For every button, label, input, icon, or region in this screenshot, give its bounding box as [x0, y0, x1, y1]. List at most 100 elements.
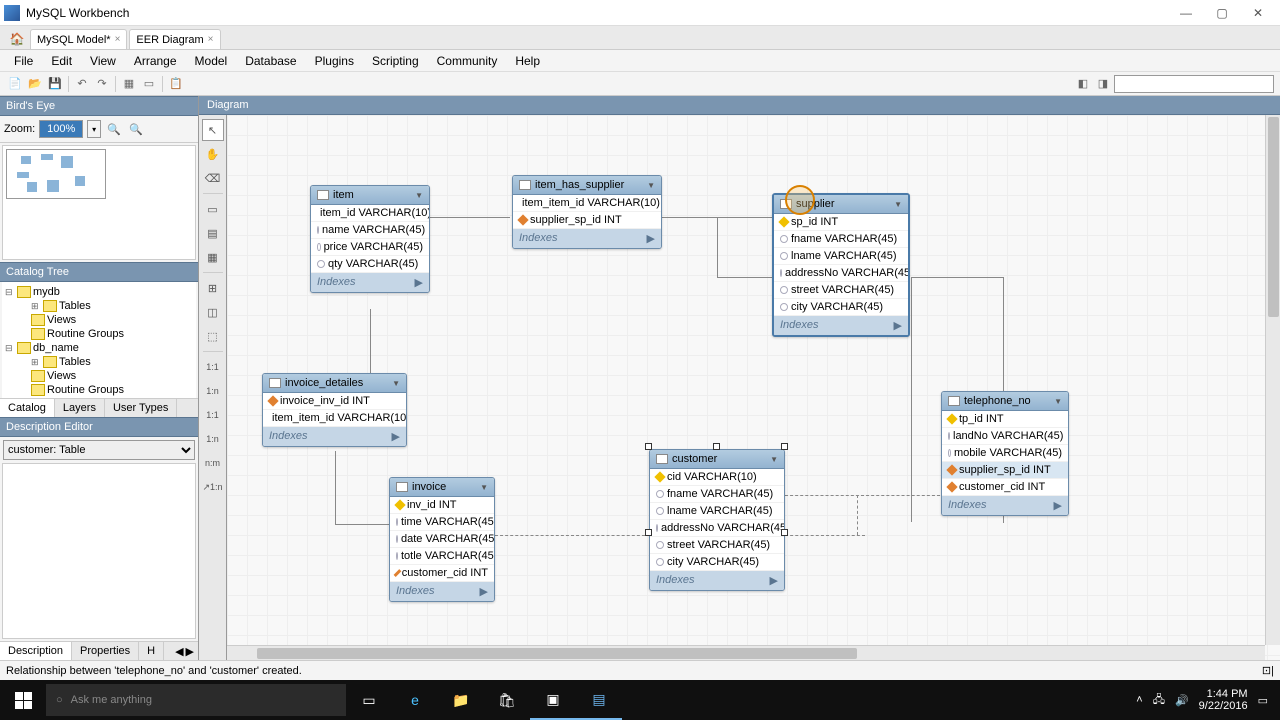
chevron-down-icon[interactable]: ▼: [770, 455, 778, 464]
tab-properties[interactable]: Properties: [72, 642, 139, 660]
entity-invoice-detailes[interactable]: invoice_detailes▼ invoice_inv_id INT ite…: [262, 373, 407, 447]
panel-left-button[interactable]: ◧: [1074, 75, 1092, 93]
entity-item[interactable]: item▼ item_id VARCHAR(10) name VARCHAR(4…: [310, 185, 430, 293]
description-textarea[interactable]: [2, 463, 196, 639]
word-app[interactable]: ▤: [576, 680, 622, 720]
tree-routines[interactable]: Routine Groups: [5, 383, 193, 397]
chevron-down-icon[interactable]: ▼: [415, 191, 423, 200]
volume-icon[interactable]: 🔊: [1175, 694, 1189, 707]
pointer-tool[interactable]: ↖: [202, 119, 224, 141]
menu-model[interactable]: Model: [187, 52, 236, 70]
panel-right-button[interactable]: ◨: [1094, 75, 1112, 93]
grid-button[interactable]: ▦: [120, 75, 138, 93]
tab-history[interactable]: H: [139, 642, 164, 660]
resize-handle[interactable]: [781, 529, 788, 536]
entity-telephone-no[interactable]: telephone_no▼ tp_id INT landNo VARCHAR(4…: [941, 391, 1069, 516]
menu-community[interactable]: Community: [429, 52, 506, 70]
home-tab[interactable]: 🏠: [6, 29, 28, 49]
minimize-button[interactable]: —: [1168, 2, 1204, 24]
edge-app[interactable]: e: [392, 680, 438, 720]
close-icon[interactable]: ×: [115, 34, 121, 45]
entity-supplier[interactable]: supplier▼ sp_id INT fname VARCHAR(45) ln…: [772, 193, 910, 337]
eraser-tool[interactable]: ⌫: [202, 167, 224, 189]
resize-handle[interactable]: [645, 529, 652, 536]
tab-catalog[interactable]: Catalog: [0, 399, 55, 417]
zoom-out-button[interactable]: 🔍: [127, 120, 145, 138]
menu-plugins[interactable]: Plugins: [307, 52, 362, 70]
chevron-down-icon[interactable]: ▼: [647, 181, 655, 190]
close-window-button[interactable]: ✕: [1240, 2, 1276, 24]
entity-customer[interactable]: customer▼ cid VARCHAR(10) fname VARCHAR(…: [649, 449, 785, 591]
taskview-button[interactable]: ▭: [346, 680, 392, 720]
align-button[interactable]: ▭: [140, 75, 158, 93]
system-clock[interactable]: 1:44 PM 9/22/2016: [1199, 688, 1248, 712]
canvas-hscroll[interactable]: [227, 645, 1265, 660]
view-tool[interactable]: ◫: [202, 301, 224, 323]
chevron-down-icon[interactable]: ▼: [480, 483, 488, 492]
maximize-button[interactable]: ▢: [1204, 2, 1240, 24]
menu-file[interactable]: File: [6, 52, 41, 70]
chevron-down-icon[interactable]: ▼: [1054, 397, 1062, 406]
redo-button[interactable]: ↷: [93, 75, 111, 93]
close-icon[interactable]: ×: [208, 34, 214, 45]
zoom-value[interactable]: 100%: [39, 120, 83, 138]
new-button[interactable]: 📄: [6, 75, 24, 93]
tab-model[interactable]: MySQL Model*×: [30, 29, 127, 49]
tab-user-types[interactable]: User Types: [105, 399, 177, 417]
tree-db-mydb[interactable]: ⊟mydb: [5, 285, 193, 299]
network-icon[interactable]: 🖧: [1153, 691, 1165, 710]
nav-next-icon[interactable]: ▶: [186, 645, 194, 658]
tree-views[interactable]: Views: [5, 313, 193, 327]
status-right-icon[interactable]: ⊡|: [1262, 664, 1274, 677]
routine-tool[interactable]: ⬚: [202, 325, 224, 347]
validate-button[interactable]: 📋: [167, 75, 185, 93]
menu-arrange[interactable]: Arrange: [126, 52, 185, 70]
menu-edit[interactable]: Edit: [43, 52, 80, 70]
image-tool[interactable]: ▦: [202, 246, 224, 268]
entity-invoice[interactable]: invoice▼ inv_id INT time VARCHAR(45) dat…: [389, 477, 495, 602]
chevron-down-icon[interactable]: ▼: [392, 379, 400, 388]
search-input[interactable]: [1114, 75, 1274, 93]
tab-layers[interactable]: Layers: [55, 399, 105, 417]
zoom-dropdown[interactable]: ▾: [87, 120, 101, 138]
rel-existing[interactable]: ↗1:n: [202, 476, 224, 498]
rel-1-n-id[interactable]: 1:n: [202, 428, 224, 450]
chevron-down-icon[interactable]: ▼: [894, 200, 902, 209]
action-center-icon[interactable]: ▭: [1258, 694, 1268, 707]
open-button[interactable]: 📂: [26, 75, 44, 93]
tree-tables[interactable]: ⊞Tables: [5, 355, 193, 369]
nav-prev-icon[interactable]: ◀: [175, 645, 183, 658]
undo-button[interactable]: ↶: [73, 75, 91, 93]
tray-up-icon[interactable]: ˄: [1136, 694, 1142, 706]
canvas-vscroll[interactable]: [1265, 115, 1280, 645]
rel-n-m[interactable]: n:m: [202, 452, 224, 474]
resize-handle[interactable]: [713, 443, 720, 450]
diagram-canvas[interactable]: item▼ item_id VARCHAR(10) name VARCHAR(4…: [227, 115, 1280, 660]
layer-tool[interactable]: ▭: [202, 198, 224, 220]
table-tool[interactable]: ⊞: [202, 277, 224, 299]
tab-description[interactable]: Description: [0, 642, 72, 660]
note-tool[interactable]: ▤: [202, 222, 224, 244]
menu-scripting[interactable]: Scripting: [364, 52, 427, 70]
minimap[interactable]: [2, 145, 196, 260]
menu-database[interactable]: Database: [237, 52, 304, 70]
menu-view[interactable]: View: [82, 52, 124, 70]
start-button[interactable]: [0, 680, 46, 720]
tree-routines[interactable]: Routine Groups: [5, 327, 193, 341]
rel-1-1-id[interactable]: 1:1: [202, 404, 224, 426]
tab-eer-diagram[interactable]: EER Diagram×: [129, 29, 220, 49]
tree-views[interactable]: Views: [5, 369, 193, 383]
description-object-select[interactable]: customer: Table: [3, 440, 195, 460]
resize-handle[interactable]: [645, 443, 652, 450]
explorer-app[interactable]: 📁: [438, 680, 484, 720]
hand-tool[interactable]: ✋: [202, 143, 224, 165]
rel-1-1-non[interactable]: 1:1: [202, 356, 224, 378]
resize-handle[interactable]: [781, 443, 788, 450]
entity-item-has-supplier[interactable]: item_has_supplier▼ item_item_id VARCHAR(…: [512, 175, 662, 249]
save-button[interactable]: 💾: [46, 75, 64, 93]
store-app[interactable]: 🛍: [484, 680, 530, 720]
workbench-app[interactable]: ▣: [530, 680, 576, 720]
tree-tables[interactable]: ⊞Tables: [5, 299, 193, 313]
menu-help[interactable]: Help: [507, 52, 548, 70]
tree-db-dbname[interactable]: ⊟db_name: [5, 341, 193, 355]
